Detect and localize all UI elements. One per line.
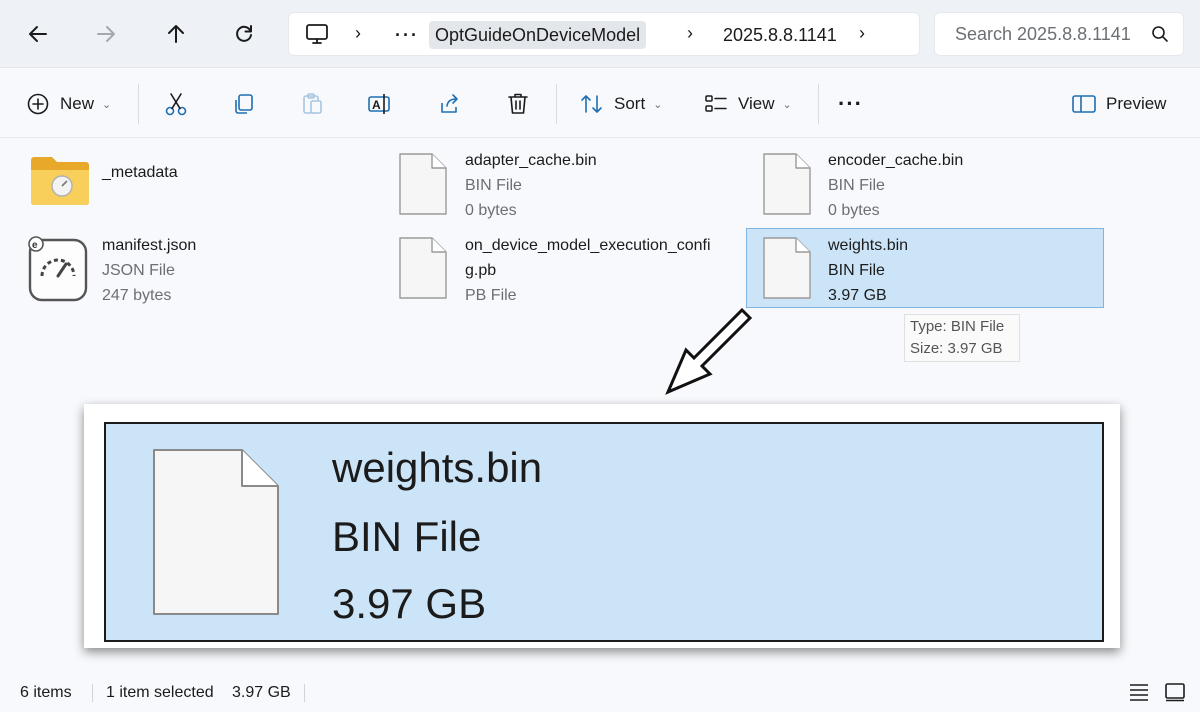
- more-options-button[interactable]: ···: [838, 86, 863, 122]
- trash-icon: [504, 90, 532, 118]
- zoom-file-icon: [152, 448, 280, 621]
- command-bar: New ⌄ A Sort ⌄ View ⌄ ··· Preview: [0, 68, 1200, 138]
- file-type: BIN File: [828, 177, 885, 194]
- breadcrumb-optguideondevicemodel[interactable]: OptGuideOnDeviceModel: [429, 21, 647, 49]
- file-name: encoder_cache.bin: [828, 152, 964, 169]
- breadcrumb-overflow[interactable]: ···: [389, 21, 425, 49]
- file-icon: [762, 236, 812, 305]
- file-type: JSON File: [102, 262, 175, 279]
- file-icon: [762, 152, 812, 221]
- arrow-up-icon: [168, 25, 184, 43]
- json-file-icon: e: [26, 234, 90, 309]
- file-name: adapter_cache.bin: [465, 152, 597, 169]
- status-bar: 6 items 1 item selected 3.97 GB: [0, 672, 1200, 712]
- file-name-line1: on_device_model_execution_confi: [465, 237, 711, 254]
- address-box[interactable]: › ··· OptGuideOnDeviceModel › 2025.8.8.1…: [288, 12, 920, 56]
- file-name-line2: g.pb: [465, 262, 497, 279]
- view-button[interactable]: View ⌄: [702, 86, 792, 122]
- toolbar-divider: [138, 84, 139, 124]
- tooltip-size: Size: 3.97 GB: [910, 340, 1003, 357]
- paste-icon: [298, 90, 326, 118]
- copy-icon: [230, 90, 258, 118]
- file-icon: [398, 236, 448, 305]
- chevron-down-icon: ⌄: [653, 98, 663, 111]
- sort-button[interactable]: Sort ⌄: [578, 86, 662, 122]
- status-selected: 1 item selected: [106, 684, 214, 701]
- zoom-file-type: BIN File: [332, 513, 482, 560]
- status-divider: [92, 684, 93, 702]
- status-selected-size: 3.97 GB: [232, 684, 291, 701]
- file-type: BIN File: [828, 262, 885, 279]
- view-label: View: [738, 94, 775, 113]
- chevron-down-icon: ⌄: [782, 98, 792, 111]
- computer-icon[interactable]: [305, 23, 329, 50]
- address-bar-row: › ··· OptGuideOnDeviceModel › 2025.8.8.1…: [0, 0, 1200, 68]
- zoom-file-size: 3.97 GB: [332, 580, 487, 627]
- paste-button[interactable]: [298, 86, 326, 122]
- search-input[interactable]: Search 2025.8.8.1141: [934, 12, 1184, 56]
- scissors-icon: [162, 90, 190, 118]
- file-size: 0 bytes: [828, 202, 880, 219]
- chevron-right-icon[interactable]: ›: [687, 23, 693, 44]
- new-label: New: [60, 94, 95, 113]
- forward-button[interactable]: [88, 16, 124, 52]
- rename-icon: A: [366, 90, 394, 118]
- search-icon: [1151, 25, 1169, 48]
- plus-circle-icon: [24, 90, 52, 118]
- up-button[interactable]: [158, 16, 194, 52]
- details-view-icon[interactable]: [1128, 682, 1150, 707]
- new-button[interactable]: New ⌄: [24, 86, 111, 122]
- breadcrumb-version[interactable]: 2025.8.8.1141: [717, 21, 843, 49]
- chevron-down-icon: ⌄: [102, 98, 112, 111]
- copy-button[interactable]: [230, 86, 258, 122]
- preview-button[interactable]: Preview: [1070, 86, 1166, 122]
- arrow-left-icon: [29, 26, 47, 42]
- chevron-right-icon[interactable]: ›: [355, 23, 361, 44]
- annotation-arrow-icon: [660, 306, 756, 403]
- file-icon: [398, 152, 448, 221]
- arrow-right-icon: [97, 26, 115, 42]
- file-size: 0 bytes: [465, 202, 517, 219]
- refresh-icon: [236, 25, 252, 42]
- back-button[interactable]: [20, 16, 56, 52]
- search-placeholder: Search 2025.8.8.1141: [955, 24, 1131, 44]
- file-type: PB File: [465, 287, 517, 304]
- file-tooltip: Type: BIN File Size: 3.97 GB: [904, 314, 1020, 362]
- file-size: 247 bytes: [102, 287, 172, 304]
- status-item-count: 6 items: [20, 684, 72, 701]
- rename-button[interactable]: A: [366, 86, 394, 122]
- file-name: weights.bin: [828, 237, 909, 254]
- sort-label: Sort: [614, 94, 646, 113]
- folder-icon: [28, 152, 92, 215]
- preview-pane-icon: [1070, 90, 1098, 118]
- tiles-view-icon[interactable]: [1164, 682, 1186, 707]
- zoom-file-name: weights.bin: [332, 444, 543, 491]
- toolbar-divider: [818, 84, 819, 124]
- more-icon: ···: [838, 91, 863, 116]
- view-icon: [702, 90, 730, 118]
- tooltip-type: Type: BIN File: [910, 318, 1005, 335]
- refresh-button[interactable]: [226, 16, 262, 52]
- file-size: 3.97 GB: [828, 287, 887, 304]
- share-button[interactable]: [436, 86, 464, 122]
- file-type: BIN File: [465, 177, 522, 194]
- share-icon: [436, 90, 464, 118]
- delete-button[interactable]: [504, 86, 532, 122]
- svg-text:e: e: [32, 240, 38, 251]
- toolbar-divider: [556, 84, 557, 124]
- cut-button[interactable]: [162, 86, 190, 122]
- sort-icon: [578, 90, 606, 118]
- file-name: _metadata: [102, 164, 178, 181]
- status-divider: [304, 684, 305, 702]
- chevron-right-icon[interactable]: ›: [859, 23, 865, 44]
- file-name: manifest.json: [102, 237, 197, 254]
- svg-text:A: A: [372, 98, 381, 112]
- preview-label: Preview: [1106, 94, 1167, 113]
